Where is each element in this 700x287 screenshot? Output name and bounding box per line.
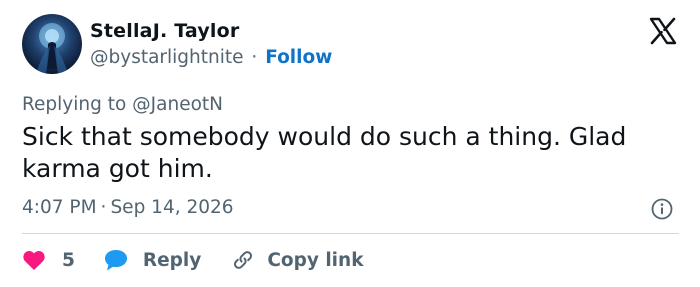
speech-bubble-icon — [104, 250, 127, 271]
avatar[interactable] — [22, 14, 82, 74]
separator-dot: · — [100, 197, 107, 218]
author-handle[interactable]: @bystarlightnite — [90, 47, 244, 68]
divider — [22, 233, 679, 234]
like-count: 5 — [62, 249, 75, 271]
action-bar: 5 Reply Copy link — [22, 246, 364, 274]
follow-button[interactable]: Follow — [265, 47, 332, 68]
reply-label: Reply — [142, 249, 202, 271]
x-logo-icon[interactable] — [648, 16, 678, 46]
replying-to: Replying to @JaneotN — [22, 94, 223, 115]
tweet-timestamp[interactable]: 4:07 PM · Sep 14, 2026 — [22, 197, 234, 218]
author-name[interactable]: StellaJ. Taylor — [90, 20, 239, 42]
heart-icon — [23, 251, 45, 270]
tweet-time: 4:07 PM — [22, 197, 97, 218]
copy-link-button[interactable]: Copy link — [231, 248, 364, 272]
copy-link-label: Copy link — [267, 249, 364, 271]
reply-button[interactable]: Reply — [103, 248, 201, 272]
tweet-card: StellaJ. Taylor @bystarlightnite · Follo… — [0, 0, 700, 287]
info-icon[interactable] — [650, 197, 674, 221]
tweet-text: Sick that somebody would do such a thing… — [22, 122, 627, 183]
separator-dot: · — [251, 47, 258, 68]
like-button[interactable]: 5 — [22, 249, 75, 271]
tweet-date: Sep 14, 2026 — [110, 197, 234, 218]
author-handle-row: @bystarlightnite · Follow — [90, 47, 332, 68]
link-icon — [234, 251, 253, 269]
